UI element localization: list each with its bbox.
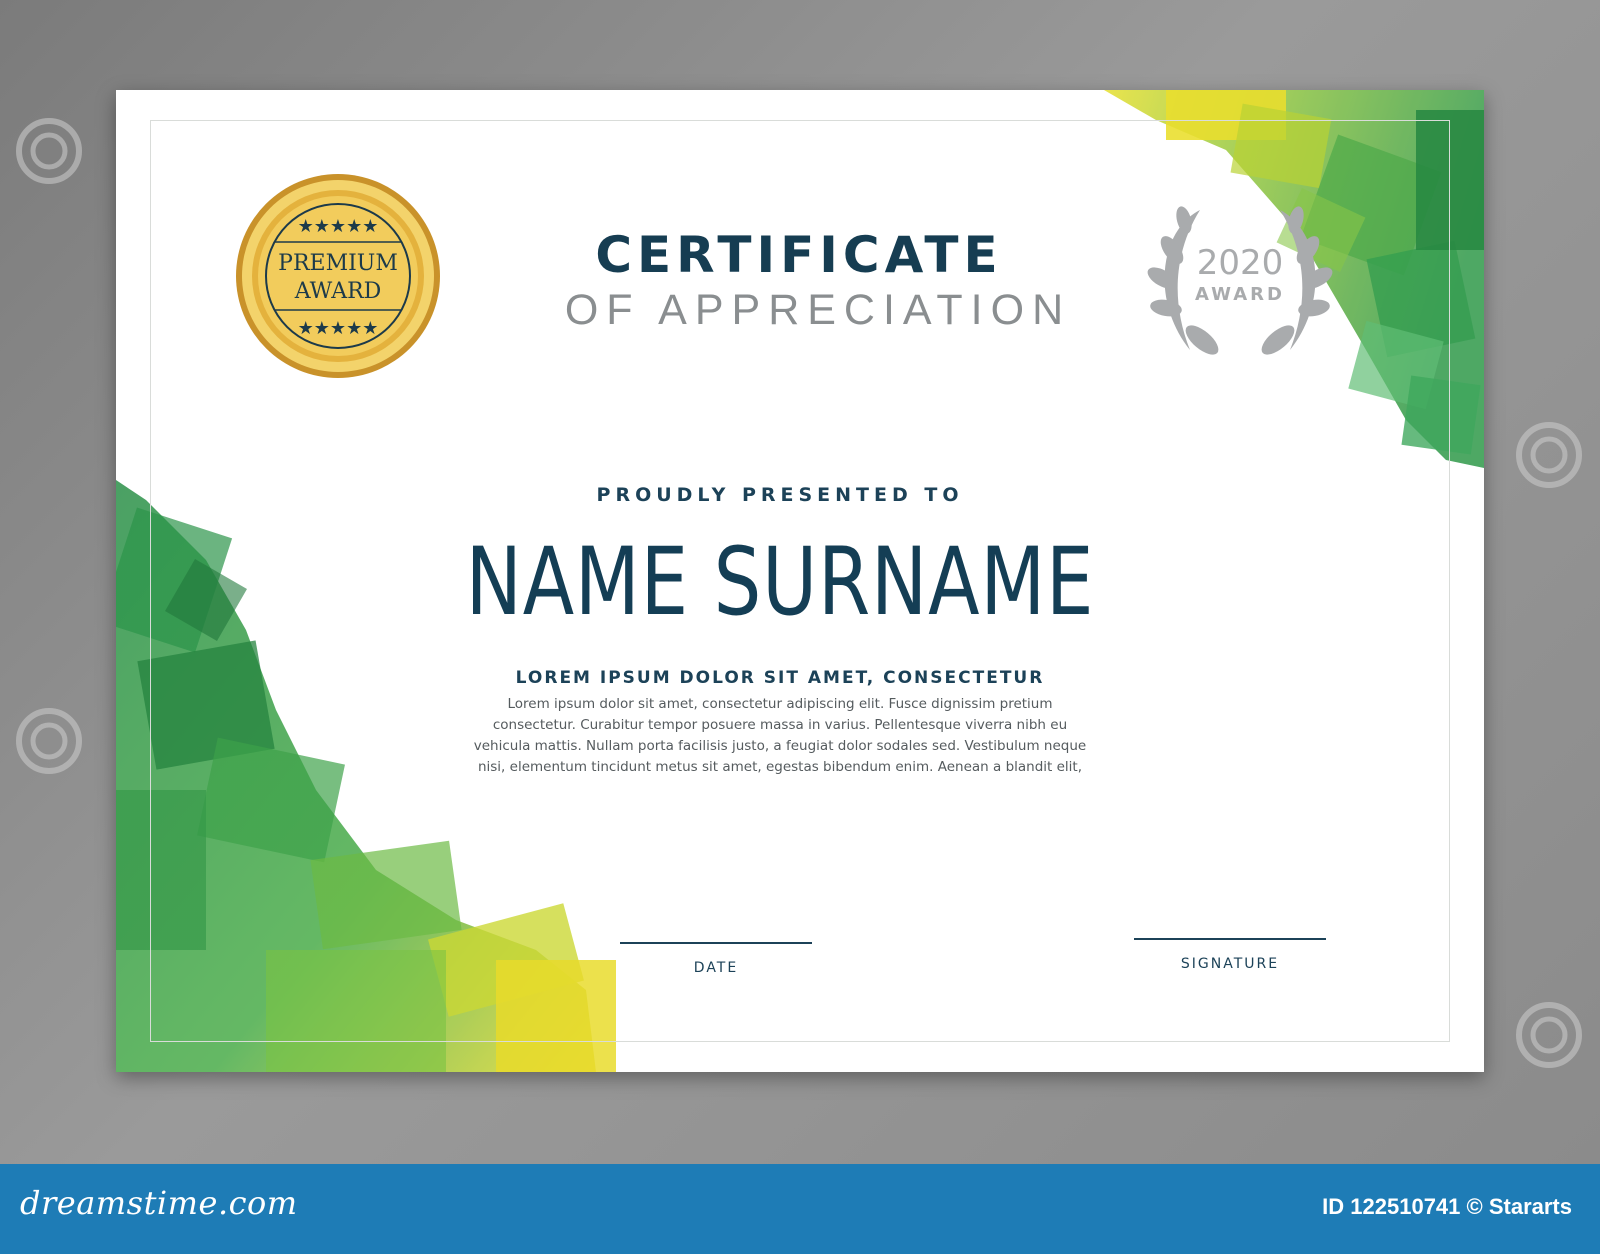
date-line: [620, 942, 812, 944]
seal-stars-top: ★★★★★: [298, 216, 379, 237]
laurel-label: AWARD: [1195, 284, 1285, 305]
body-line: nisi, elementum tincidunt metus sit amet…: [477, 759, 1083, 775]
certificate-subtitle: OF APPRECIATION: [564, 286, 1072, 334]
body-line: consectetur. Curabitur tempor posuere ma…: [492, 717, 1068, 733]
watermark-spiral-icon: [16, 118, 82, 184]
signature-label: SIGNATURE: [1180, 956, 1280, 972]
presented-to-label: PROUDLY PRESENTED TO: [596, 484, 964, 506]
seal-stars-bottom: ★★★★★: [298, 318, 379, 339]
seal-line1: PREMIUM: [278, 251, 398, 276]
recipient-name: NAME SURNAME: [465, 528, 1095, 637]
certificate-title: CERTIFICATE: [595, 226, 1003, 284]
footer-bar: dreamstime.com ID 122510741 © Stararts: [0, 1164, 1600, 1254]
brand-logo-text[interactable]: dreamstime.com: [20, 1184, 298, 1222]
laurel-award-badge: 2020 AWARD: [1147, 206, 1333, 355]
laurel-year: 2020: [1197, 243, 1284, 283]
seal-line2: AWARD: [294, 279, 382, 304]
watermark-spiral-icon: [16, 708, 82, 774]
lorem-heading: LOREM IPSUM DOLOR SIT AMET, CONSECTETUR: [515, 668, 1045, 688]
watermark-spiral-icon: [1516, 422, 1582, 488]
image-id-credit: ID 122510741 © Stararts: [1322, 1194, 1572, 1219]
body-line: vehicula mattis. Nullam porta facilisis …: [473, 738, 1087, 754]
watermark-spiral-icon: [1516, 1002, 1582, 1068]
body-line: Lorem ipsum dolor sit amet, consectetur …: [507, 696, 1053, 712]
background-stage: ★★★★★ PREMIUM AWARD ★★★★★ 2020 AWARD CER…: [0, 0, 1600, 1164]
premium-award-seal: ★★★★★ PREMIUM AWARD ★★★★★: [236, 174, 440, 378]
date-label: DATE: [693, 960, 739, 976]
signature-line: [1134, 938, 1326, 940]
certificate-card: ★★★★★ PREMIUM AWARD ★★★★★ 2020 AWARD CER…: [116, 90, 1484, 1072]
body-paragraph: Lorem ipsum dolor sit amet, consectetur …: [416, 694, 1144, 778]
